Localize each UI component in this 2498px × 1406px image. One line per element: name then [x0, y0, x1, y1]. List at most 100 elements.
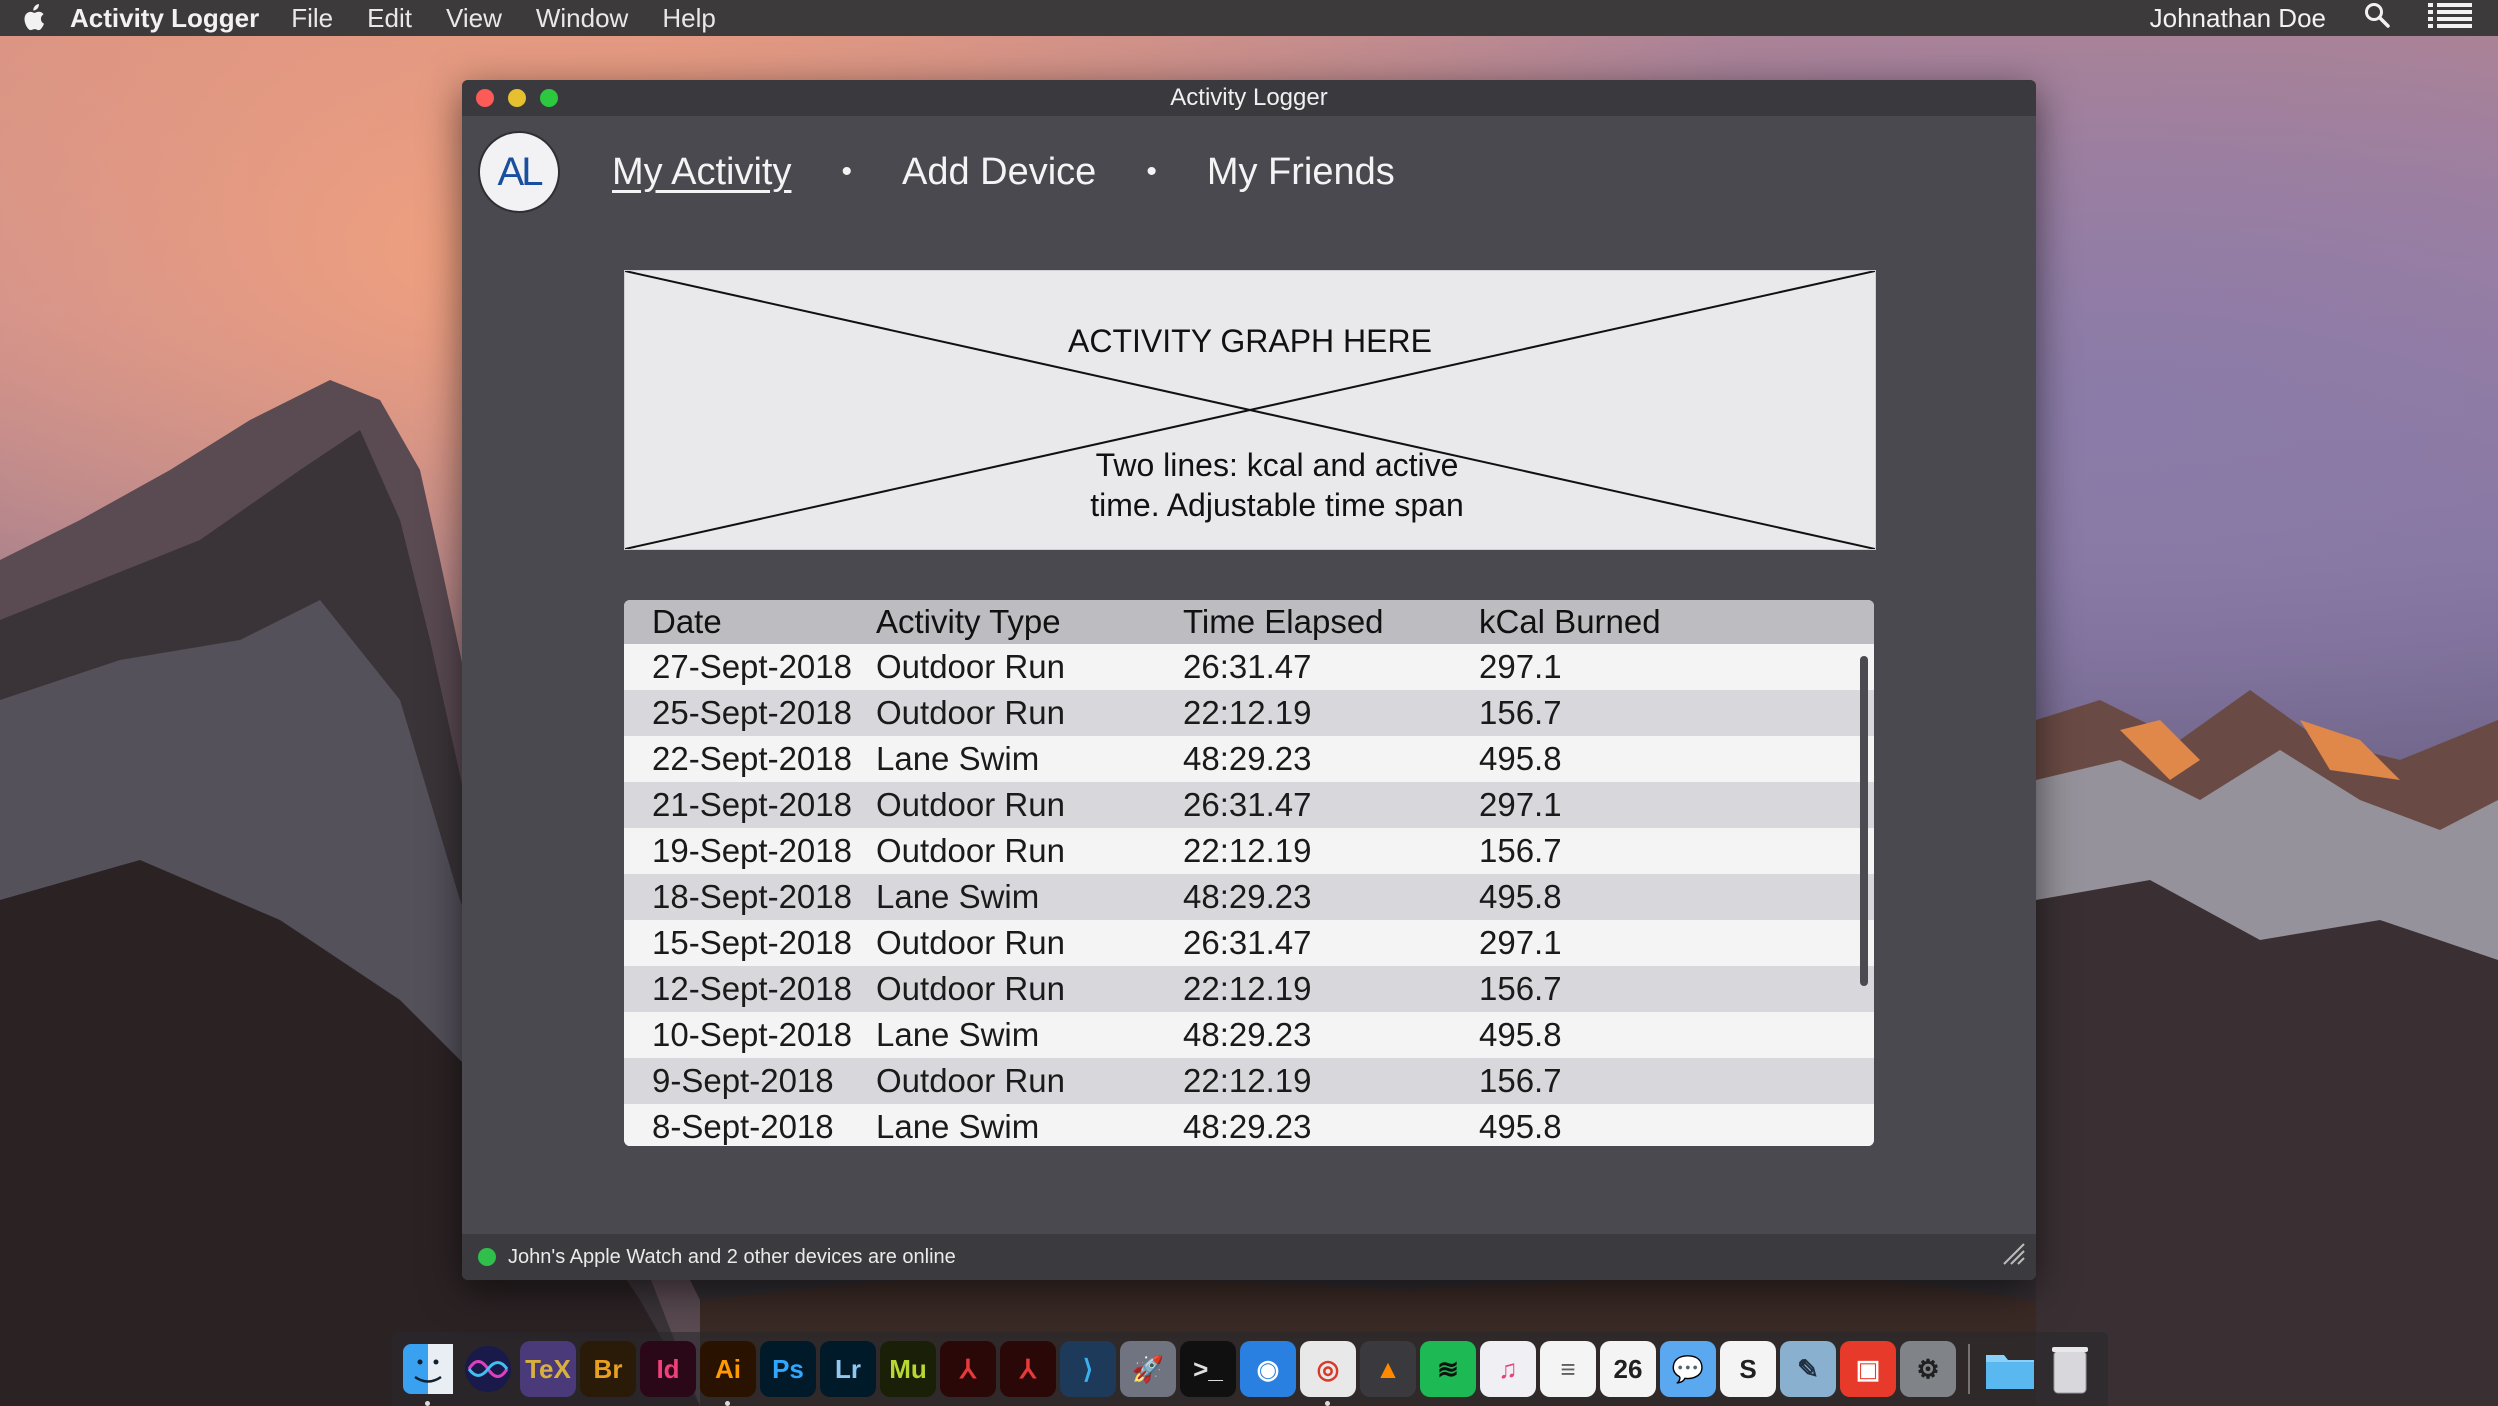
nav-my-friends[interactable]: My Friends [1207, 151, 1395, 194]
header-kcal-burned[interactable]: kCal Burned [1479, 603, 1779, 641]
title-bar[interactable]: Activity Logger [462, 80, 2036, 116]
cell-time-elapsed: 48:29.23 [1183, 740, 1312, 777]
textedit-icon[interactable]: ≡ [1540, 1341, 1596, 1397]
vscode-icon[interactable]: ⟩ [1060, 1341, 1116, 1397]
photoshop-label: Ps [772, 1353, 804, 1384]
cell-date: 8-Sept-2018 [652, 1108, 834, 1145]
table-row[interactable]: 27-Sept-2018 Outdoor Run 26:31.47 297.1 [624, 644, 1874, 690]
safari-icon[interactable]: ◉ [1240, 1341, 1296, 1397]
cell-date: 19-Sept-2018 [652, 832, 852, 869]
screenshare-icon[interactable]: ▣ [1840, 1341, 1896, 1397]
table-row[interactable]: 12-Sept-2018 Outdoor Run 22:12.19 156.7 [624, 966, 1874, 1012]
itunes-icon[interactable]: ♫ [1480, 1341, 1536, 1397]
cell-activity-type: Lane Swim [876, 1016, 1040, 1053]
illustrator-icon[interactable]: Ai [700, 1341, 756, 1406]
acrobat-reader-icon[interactable]: ⅄ [1000, 1341, 1056, 1397]
cell-kcal-burned: 495.8 [1479, 1108, 1562, 1145]
bridge-label: Br [593, 1353, 623, 1384]
muse-icon[interactable]: Mu [880, 1341, 936, 1397]
menu-user-name[interactable]: Johnathan Doe [2150, 3, 2326, 34]
resize-grip-icon[interactable] [2000, 1240, 2026, 1272]
messages-label: 💬 [1671, 1353, 1705, 1384]
chrome-icon[interactable]: ◎ [1300, 1341, 1356, 1406]
cell-kcal-burned: 495.8 [1479, 878, 1562, 915]
menu-app-name[interactable]: Activity Logger [70, 3, 259, 34]
photoshop-icon[interactable]: Ps [760, 1341, 816, 1397]
vlc-icon[interactable]: ▲ [1360, 1341, 1416, 1397]
header-date[interactable]: Date [624, 603, 876, 641]
preview-icon[interactable]: ✎ [1780, 1341, 1836, 1397]
safari-label: ◉ [1256, 1353, 1280, 1384]
menu-window[interactable]: Window [536, 3, 628, 34]
nav-separator: • [841, 155, 852, 188]
system-preferences-icon[interactable]: ⚙ [1900, 1341, 1956, 1397]
acrobat-reader-label: ⅄ [1020, 1353, 1036, 1384]
indesign-label: Id [656, 1353, 680, 1384]
apple-icon[interactable] [18, 3, 48, 33]
slack-icon[interactable]: S [1720, 1341, 1776, 1397]
cell-date: 10-Sept-2018 [652, 1016, 852, 1053]
table-row[interactable]: 9-Sept-2018 Outdoor Run 22:12.19 156.7 [624, 1058, 1874, 1104]
folder-icon[interactable] [1982, 1341, 2038, 1397]
close-button[interactable] [476, 89, 494, 107]
header-time-elapsed[interactable]: Time Elapsed [1183, 603, 1479, 641]
maximize-button[interactable] [540, 89, 558, 107]
cell-kcal-burned: 297.1 [1479, 786, 1562, 823]
table-scrollbar[interactable] [1860, 656, 1868, 986]
nav-my-activity[interactable]: My Activity [612, 151, 791, 194]
table-row[interactable]: 21-Sept-2018 Outdoor Run 26:31.47 297.1 [624, 782, 1874, 828]
cell-activity-type: Outdoor Run [876, 786, 1065, 823]
table-row[interactable]: 8-Sept-2018 Lane Swim 48:29.23 495.8 [624, 1104, 1874, 1146]
table-row[interactable]: 19-Sept-2018 Outdoor Run 22:12.19 156.7 [624, 828, 1874, 874]
launchpad-label: 🚀 [1131, 1353, 1165, 1384]
messages-icon[interactable]: 💬 [1660, 1341, 1716, 1397]
itunes-label: ♫ [1498, 1353, 1518, 1384]
cell-activity-type: Outdoor Run [876, 648, 1065, 685]
main-nav: AL My Activity • Add Device • My Friends [478, 131, 1395, 213]
cell-activity-type: Lane Swim [876, 878, 1040, 915]
acrobat-icon[interactable]: ⅄ [940, 1341, 996, 1397]
indesign-icon[interactable]: Id [640, 1341, 696, 1397]
spotify-label: ≋ [1437, 1353, 1459, 1384]
status-text: John's Apple Watch and 2 other devices a… [508, 1245, 956, 1268]
launchpad-icon[interactable]: 🚀 [1120, 1341, 1176, 1397]
calendar-icon[interactable]: 26 [1600, 1341, 1656, 1397]
cell-kcal-burned: 156.7 [1479, 970, 1562, 1007]
trash-icon[interactable] [2042, 1341, 2098, 1397]
cell-date: 9-Sept-2018 [652, 1062, 834, 1099]
menu-help[interactable]: Help [662, 3, 715, 34]
slack-label: S [1739, 1353, 1757, 1384]
lightroom-icon[interactable]: Lr [820, 1341, 876, 1397]
menu-file[interactable]: File [291, 3, 333, 34]
online-status-icon [478, 1248, 496, 1266]
cell-date: 25-Sept-2018 [652, 694, 852, 731]
dock-trailing [1982, 1341, 2098, 1397]
cell-time-elapsed: 26:31.47 [1183, 648, 1312, 685]
table-row[interactable]: 22-Sept-2018 Lane Swim 48:29.23 495.8 [624, 736, 1874, 782]
table-row[interactable]: 25-Sept-2018 Outdoor Run 22:12.19 156.7 [624, 690, 1874, 736]
nav-add-device[interactable]: Add Device [902, 151, 1096, 194]
textedit-label: ≡ [1560, 1353, 1576, 1384]
menu-view[interactable]: View [446, 3, 502, 34]
spotify-icon[interactable]: ≋ [1420, 1341, 1476, 1397]
minimize-button[interactable] [508, 89, 526, 107]
list-icon[interactable] [2428, 2, 2472, 35]
activity-table: Date Activity Type Time Elapsed kCal Bur… [624, 600, 1874, 1146]
table-row[interactable]: 15-Sept-2018 Outdoor Run 26:31.47 297.1 [624, 920, 1874, 966]
terminal-icon[interactable]: >_ [1180, 1341, 1236, 1397]
tex-label: TeX [525, 1353, 571, 1384]
table-row[interactable]: 18-Sept-2018 Lane Swim 48:29.23 495.8 [624, 874, 1874, 920]
cell-activity-type: Lane Swim [876, 1108, 1040, 1145]
cell-time-elapsed: 22:12.19 [1183, 970, 1312, 1007]
bridge-icon[interactable]: Br [580, 1341, 636, 1397]
menu-edit[interactable]: Edit [367, 3, 412, 34]
finder-icon[interactable] [400, 1341, 456, 1406]
table-row[interactable]: 10-Sept-2018 Lane Swim 48:29.23 495.8 [624, 1012, 1874, 1058]
search-icon[interactable] [2364, 2, 2390, 35]
header-activity-type[interactable]: Activity Type [876, 603, 1183, 641]
running-indicator [725, 1401, 730, 1406]
tex-icon[interactable]: TeX [520, 1341, 576, 1397]
cell-kcal-burned: 156.7 [1479, 694, 1562, 731]
cell-kcal-burned: 495.8 [1479, 1016, 1562, 1053]
siri-icon[interactable] [460, 1341, 516, 1397]
